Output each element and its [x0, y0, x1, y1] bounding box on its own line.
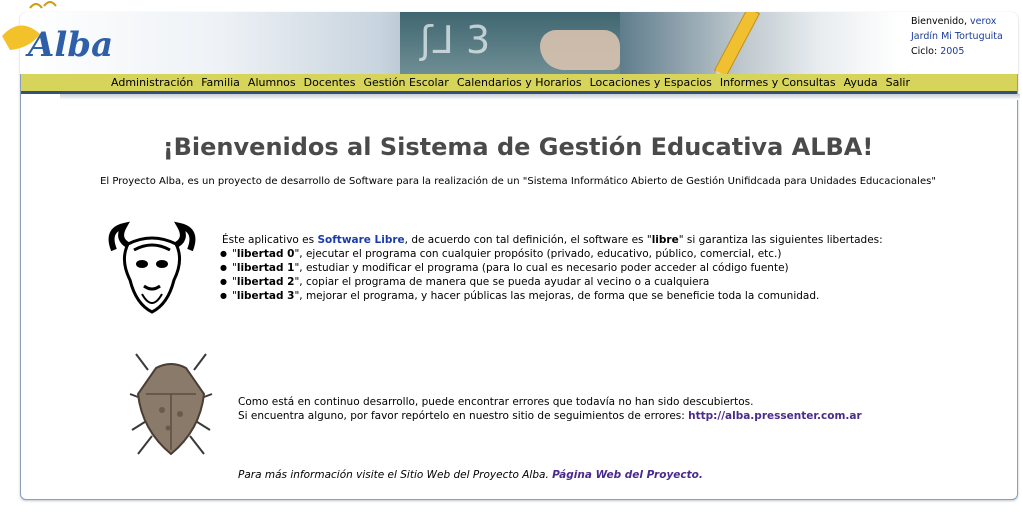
menu-item-locaciones[interactable]: Locaciones y Espacios	[586, 74, 716, 91]
hand-image	[540, 30, 620, 70]
freedom-text: ", estudiar y modificar el programa (par…	[294, 262, 789, 274]
intro-text: El Proyecto Alba, es un proyecto de desa…	[100, 176, 936, 187]
libre-suffix: " si garantiza las siguientes libertades…	[678, 234, 883, 246]
menu-item-salir[interactable]: Salir	[882, 74, 914, 91]
free-software-text: Éste aplicativo es Software Libre, de ac…	[220, 233, 883, 303]
school-name[interactable]: Jardín Mi Tortuguita	[911, 31, 1003, 42]
menu-item-ayuda[interactable]: Ayuda	[840, 74, 882, 91]
list-item: "libertad 1", estudiar y modificar el pr…	[220, 261, 883, 275]
bug-report-text: Como está en continuo desarrollo, puede …	[238, 395, 862, 423]
alba-logo-text: Alba	[25, 25, 113, 65]
freedom-name: libertad 3	[236, 290, 295, 302]
main-menu: Administración Familia Alumnos Docentes …	[107, 74, 914, 91]
freedom-text: ", ejecutar el programa con cualquier pr…	[294, 248, 782, 260]
more-info-prefix: Para más información visite el Sitio Web…	[238, 469, 553, 481]
user-link[interactable]: verox	[970, 16, 996, 27]
menu-item-calendarios[interactable]: Calendarios y Horarios	[453, 74, 586, 91]
freedom-name: libertad 1	[236, 262, 295, 274]
welcome-label: Bienvenido,	[911, 16, 968, 27]
menu-shadow	[60, 94, 1020, 100]
freedom-name: libertad 2	[236, 276, 295, 288]
freedom-text: ", mejorar el programa, y hacer públicas…	[294, 290, 820, 302]
libre-word: libre	[651, 234, 679, 246]
freedom-name: libertad 0	[236, 248, 295, 260]
page-title: ¡Bienvenidos al Sistema de Gestión Educa…	[162, 133, 874, 161]
alba-logo: Alba	[2, 1, 113, 65]
main-menu-bar: Administración Familia Alumnos Docentes …	[21, 74, 1017, 94]
free-software-intro: Éste aplicativo es Software Libre, de ac…	[222, 233, 883, 247]
bug-tracker-link[interactable]: http://alba.pressenter.com.ar	[688, 410, 862, 422]
menu-item-alumnos[interactable]: Alumnos	[244, 74, 300, 91]
menu-item-administracion[interactable]: Administración	[107, 74, 197, 91]
list-item: "libertad 0", ejecutar el programa con c…	[220, 247, 883, 261]
chalk-marks: ʃ⅃ 3	[420, 18, 491, 62]
bug-report-line2: Si encuentra alguno, por favor repórtelo…	[238, 409, 862, 423]
list-item: "libertad 3", mejorar el programa, y hac…	[220, 289, 883, 303]
gnu-head-icon	[108, 221, 196, 314]
menu-item-familia[interactable]: Familia	[197, 74, 244, 91]
cycle-value[interactable]: 2005	[940, 46, 964, 57]
user-info: Bienvenido, verox Jardín Mi Tortuguita C…	[911, 14, 1003, 59]
menu-item-gestion-escolar[interactable]: Gestión Escolar	[359, 74, 452, 91]
header-banner: ʃ⅃ 3	[20, 12, 1018, 74]
bug-icon	[129, 353, 213, 456]
menu-item-docentes[interactable]: Docentes	[300, 74, 360, 91]
cycle-label: Ciclo:	[911, 46, 938, 57]
list-item: "libertad 2", copiar el programa de mane…	[220, 275, 883, 289]
menu-item-informes[interactable]: Informes y Consultas	[716, 74, 840, 91]
more-info-text: Para más información visite el Sitio Web…	[238, 469, 703, 481]
project-website-link[interactable]: Página Web del Proyecto	[552, 469, 699, 481]
freedoms-list: "libertad 0", ejecutar el programa con c…	[220, 247, 883, 303]
bug-report-line1: Como está en continuo desarrollo, puede …	[238, 396, 754, 408]
libre-prefix: Éste aplicativo es	[222, 234, 318, 246]
bug-report-prefix: Si encuentra alguno, por favor repórtelo…	[238, 410, 689, 422]
libre-middle: , de acuerdo con tal definición, el soft…	[404, 234, 652, 246]
more-info-end: .	[698, 469, 703, 481]
freedom-text: ", copiar el programa de manera que se p…	[294, 276, 710, 288]
software-libre-link[interactable]: Software Libre	[317, 234, 404, 246]
